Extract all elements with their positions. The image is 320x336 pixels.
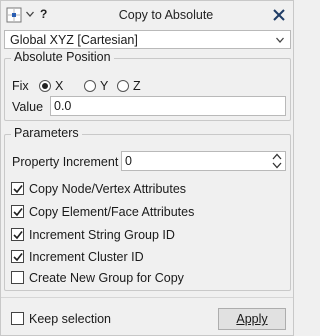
create-new-group-checkbox[interactable]	[11, 271, 24, 284]
property-increment-stepper[interactable]: 0	[121, 151, 286, 171]
title-bar: ? Copy to Absolute	[1, 1, 293, 30]
property-increment-label: Property Increment	[12, 155, 119, 169]
close-icon[interactable]	[273, 9, 285, 21]
fix-z-label[interactable]: Z	[133, 79, 141, 93]
chevron-down-icon[interactable]	[26, 11, 34, 17]
copy-node-attributes-checkbox[interactable]	[11, 182, 24, 195]
copy-element-attributes-checkbox[interactable]	[11, 205, 24, 218]
coordinate-system-select[interactable]: Global XYZ [Cartesian]	[4, 30, 291, 49]
increment-string-group-label[interactable]: Increment String Group ID	[29, 228, 175, 242]
apply-button[interactable]: Apply	[218, 308, 286, 330]
increment-cluster-id-label[interactable]: Increment Cluster ID	[29, 250, 144, 264]
dialog-title: Copy to Absolute	[118, 8, 214, 22]
fix-z-radio[interactable]	[117, 80, 129, 92]
property-increment-value: 0	[125, 154, 132, 168]
fix-y-label[interactable]: Y	[100, 79, 108, 93]
fix-label: Fix	[12, 79, 29, 93]
snap-grid-icon[interactable]	[6, 7, 22, 23]
copy-node-attributes-label[interactable]: Copy Node/Vertex Attributes	[29, 182, 186, 196]
parameters-title: Parameters	[11, 126, 82, 140]
fix-x-label[interactable]: X	[55, 79, 63, 93]
copy-element-attributes-label[interactable]: Copy Element/Face Attributes	[29, 205, 194, 219]
apply-button-label: Apply	[236, 312, 268, 326]
fix-y-radio[interactable]	[84, 80, 96, 92]
coordinate-system-value: Global XYZ [Cartesian]	[10, 33, 138, 47]
footer-divider	[1, 297, 293, 298]
copy-to-absolute-dialog: ? Copy to Absolute Global XYZ [Cartesian…	[0, 0, 294, 336]
value-input-text: 0.0	[54, 99, 72, 113]
keep-selection-label[interactable]: Keep selection	[29, 312, 111, 326]
checkmark-icon	[13, 231, 23, 240]
value-label: Value	[12, 100, 44, 114]
help-button[interactable]: ?	[40, 7, 47, 21]
parameters-group: Parameters Property Increment 0 Copy Nod…	[4, 126, 291, 291]
checkmark-icon	[13, 185, 23, 194]
absolute-position-title: Absolute Position	[11, 50, 114, 64]
checkmark-icon	[13, 208, 23, 217]
spin-down-icon[interactable]	[272, 162, 282, 169]
absolute-position-group: Absolute Position Fix X Y Z Value 0.0	[4, 50, 291, 121]
create-new-group-label[interactable]: Create New Group for Copy	[29, 271, 184, 285]
value-input[interactable]: 0.0	[50, 96, 286, 116]
fix-x-radio[interactable]	[39, 80, 51, 92]
checkmark-icon	[13, 253, 23, 262]
spin-up-icon[interactable]	[272, 153, 282, 160]
keep-selection-checkbox[interactable]	[11, 312, 24, 325]
increment-cluster-id-checkbox[interactable]	[11, 250, 24, 263]
chevron-down-icon	[276, 37, 284, 43]
increment-string-group-checkbox[interactable]	[11, 228, 24, 241]
